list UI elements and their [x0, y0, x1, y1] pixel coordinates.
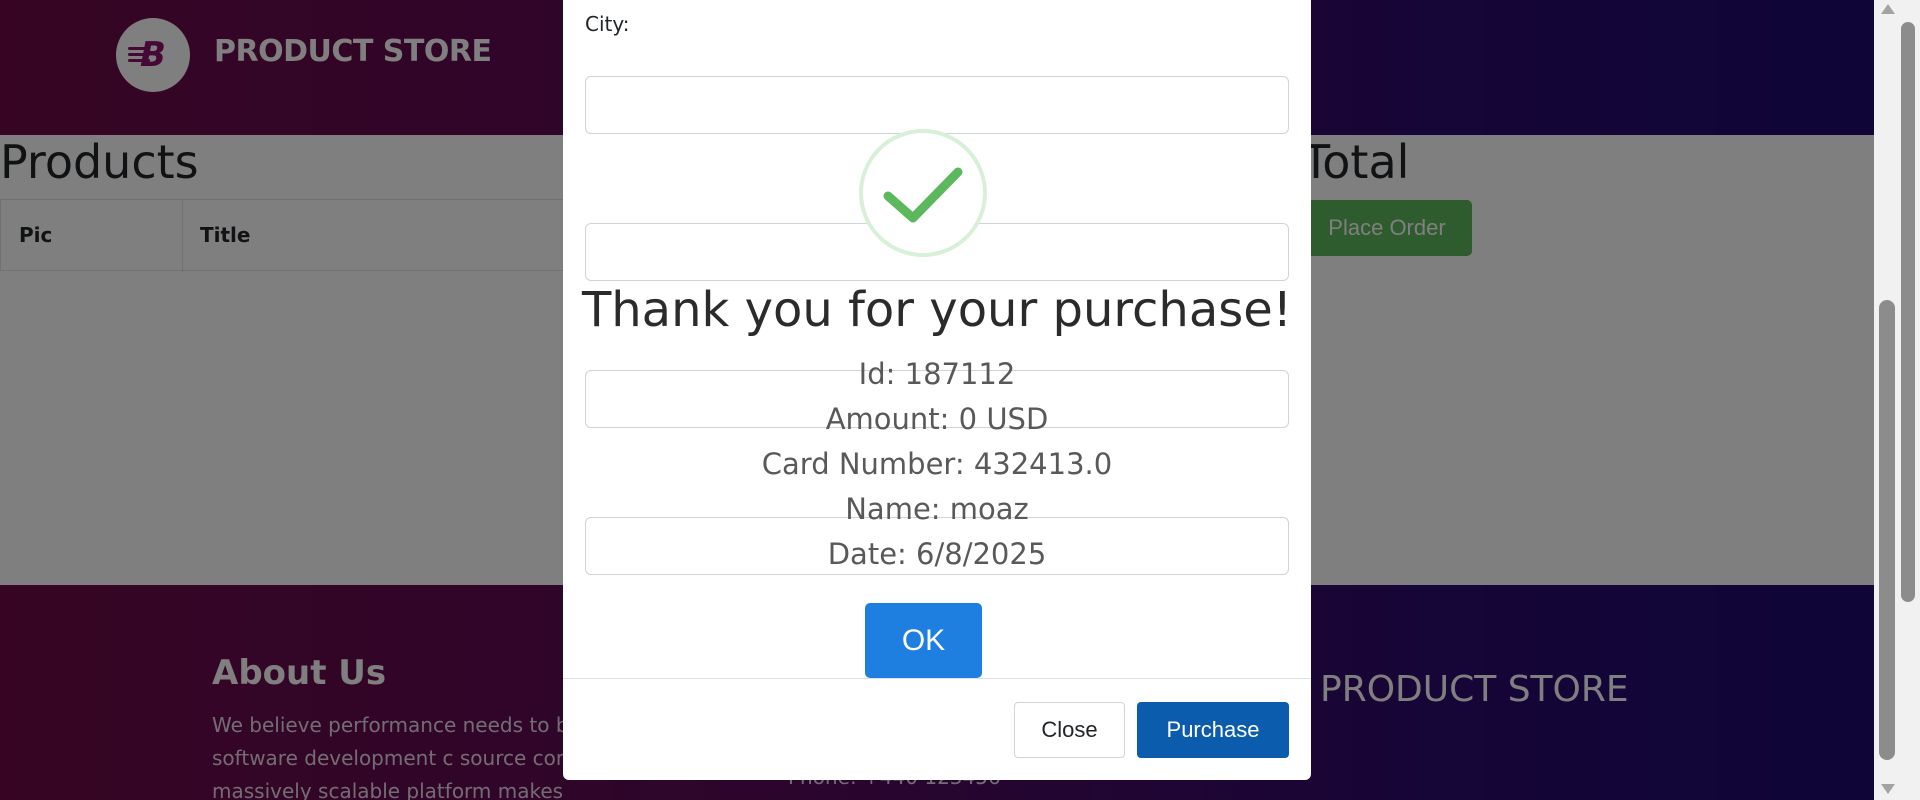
- scroll-down-arrow-icon[interactable]: [1881, 784, 1895, 794]
- alert-title: Thank you for your purchase!: [581, 282, 1293, 338]
- order-date: Date: 6/8/2025: [827, 537, 1047, 571]
- customer-name: Name: moaz: [845, 492, 1029, 526]
- check-icon: [859, 129, 987, 257]
- purchase-success-alert: Thank you for your purchase! Id: 187112 …: [563, 0, 1311, 780]
- order-id: Id: 187112: [858, 357, 1016, 391]
- alert-details: Id: 187112 Amount: 0 USD Card Number: 43…: [563, 352, 1311, 577]
- scrollbar-thumb-secondary[interactable]: [1901, 22, 1915, 602]
- order-amount: Amount: 0 USD: [825, 402, 1049, 436]
- ok-button[interactable]: OK: [865, 603, 982, 678]
- scroll-up-arrow-icon[interactable]: [1881, 4, 1895, 14]
- scrollbar-thumb[interactable]: [1879, 300, 1895, 760]
- card-number: Card Number: 432413.0: [761, 447, 1113, 481]
